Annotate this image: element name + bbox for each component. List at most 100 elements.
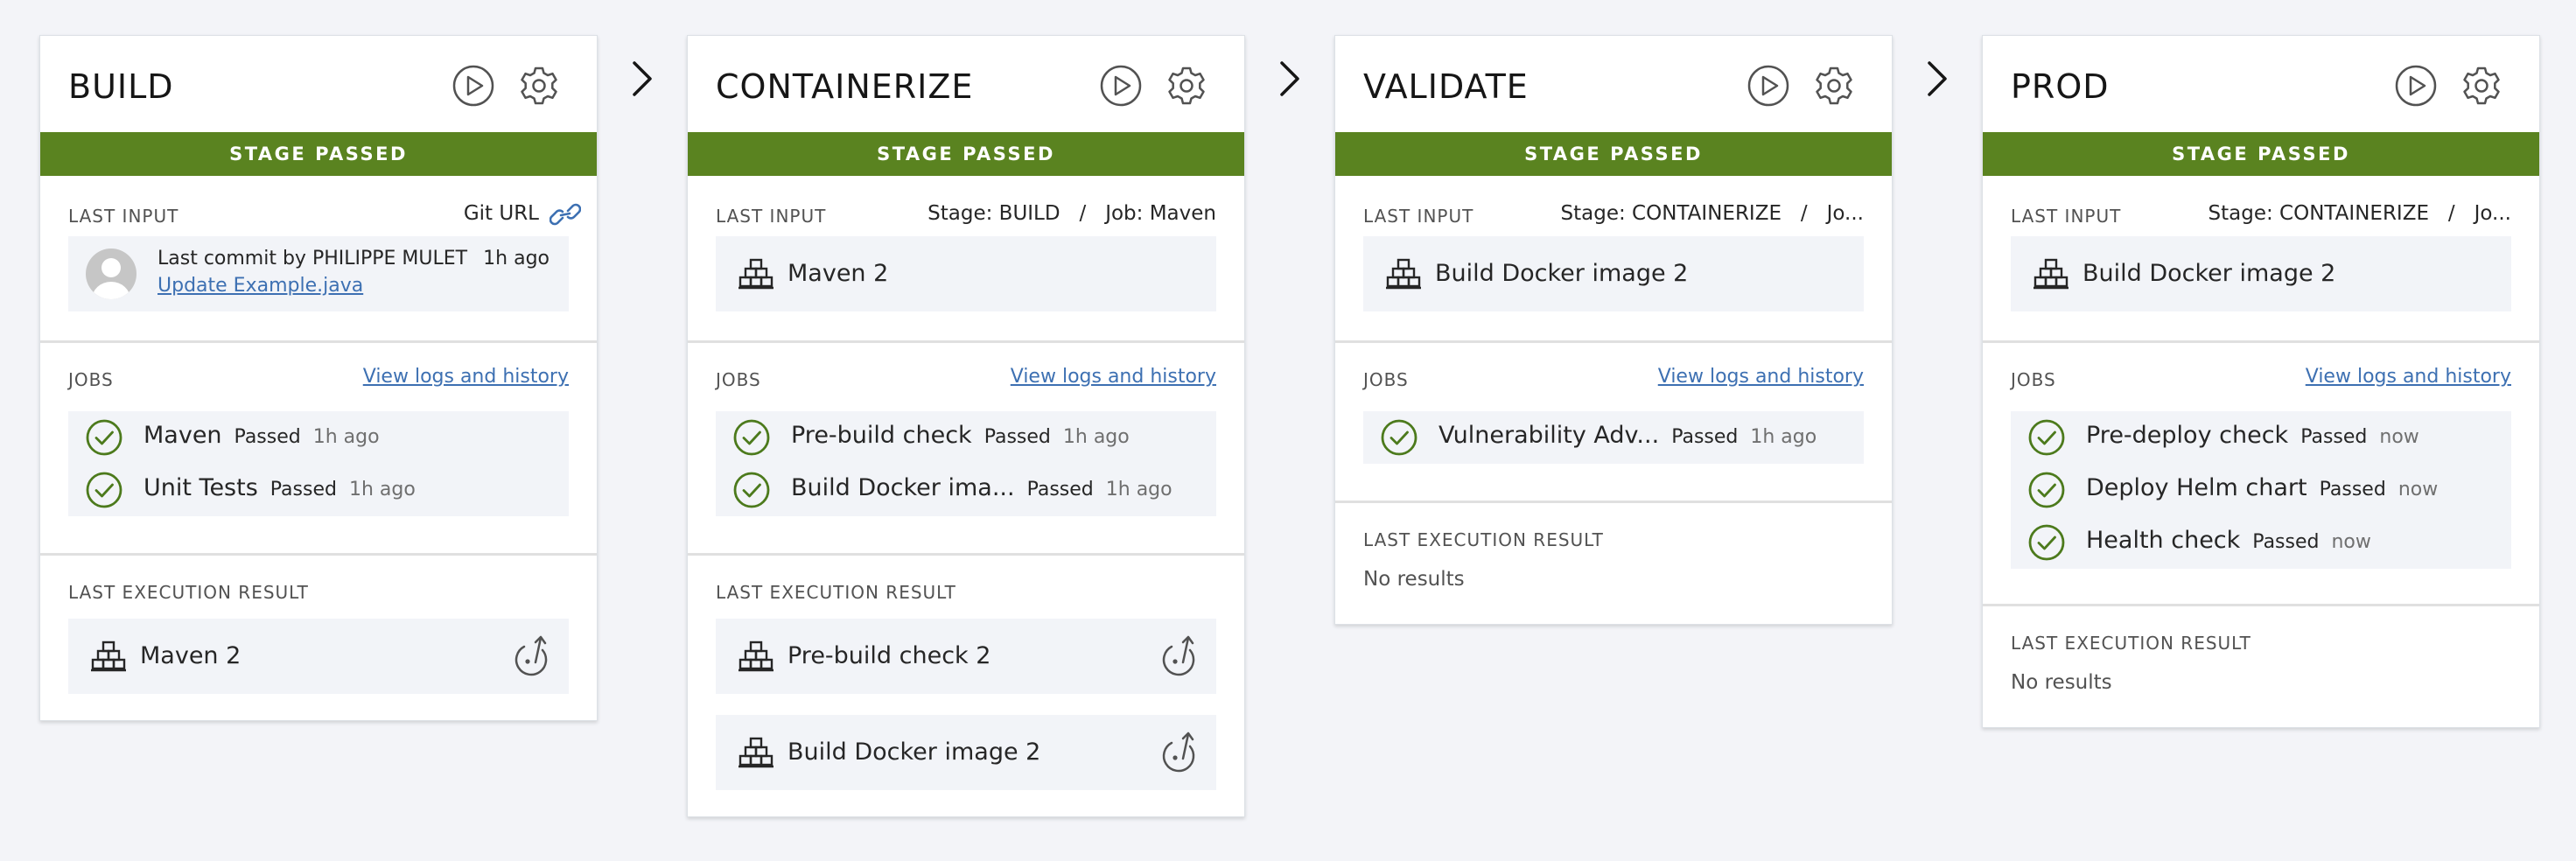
last-input-label: LAST INPUT (1363, 206, 1474, 227)
view-logs-link[interactable]: View logs and history (363, 366, 569, 388)
commit-author-text: Last commit by PHILIPPE MULET (158, 248, 468, 270)
job-item[interactable]: Unit Tests Passed 1h ago (68, 464, 569, 516)
commit-time: 1h ago (483, 248, 550, 270)
input-name: Build Docker image 2 (1435, 260, 1689, 287)
chevron-right-icon (1278, 58, 1302, 100)
jobs-section: JOBS View logs and history Pre-build che… (688, 343, 1244, 556)
link-icon[interactable] (550, 202, 581, 227)
rerun-icon[interactable] (1158, 729, 1200, 774)
no-results-text: No results (1363, 568, 1465, 591)
stage-card-validate: VALIDATE STAGE PASSED LAST INPUT Stage: … (1334, 35, 1893, 625)
job-item[interactable]: Vulnerability Adv... Passed 1h ago (1363, 411, 1864, 464)
result-item: Build Docker image 2 (716, 715, 1216, 790)
job-status: Passed (984, 426, 1051, 448)
job-status: Passed (270, 479, 337, 500)
gear-icon[interactable] (1812, 64, 1856, 108)
last-execution-result-label: LAST EXECUTION RESULT (68, 582, 309, 603)
job-time: now (2398, 479, 2439, 500)
play-circle-icon[interactable] (452, 64, 495, 108)
stage-status-banner: STAGE PASSED (40, 132, 597, 176)
view-logs-link[interactable]: View logs and history (1011, 366, 1216, 388)
package-icon (1386, 256, 1421, 291)
stage-title: PROD (2011, 67, 2110, 106)
stage-card-prod: PROD STAGE PASSED LAST INPUT Stage: CONT… (1982, 35, 2540, 728)
checkmark-circle-icon (2028, 524, 2065, 561)
job-time: now (2331, 531, 2371, 553)
stage-header: VALIDATE (1335, 36, 1892, 132)
jobs-list: Pre-deploy check Passed now Deploy Helm ch… (2011, 411, 2511, 569)
checkmark-circle-icon (86, 472, 122, 508)
result-name: Pre-build check 2 (788, 642, 991, 669)
result-name: Build Docker image 2 (788, 738, 1041, 766)
stage-header: PROD (1983, 36, 2539, 132)
gear-icon[interactable] (517, 64, 561, 108)
result-item: Pre-build check 2 (716, 619, 1216, 694)
play-circle-icon[interactable] (2394, 64, 2438, 108)
jobs-list: Pre-build check Passed 1h ago Build Docker… (716, 411, 1216, 516)
checkmark-circle-icon (1381, 419, 1418, 456)
job-time: 1h ago (348, 479, 416, 500)
job-name: Health check (2086, 527, 2241, 554)
job-time: 1h ago (1062, 426, 1130, 448)
job-item[interactable]: Build Docker ima... Passed 1h ago (716, 464, 1216, 516)
job-item[interactable]: Health check Passed now (2011, 516, 2511, 569)
job-time: now (2379, 426, 2419, 448)
jobs-section: JOBS View logs and history Pre-deploy ch… (1983, 343, 2539, 606)
checkmark-circle-icon (733, 472, 770, 508)
job-name: Pre-build check (791, 422, 972, 449)
chevron-right-icon (630, 58, 654, 100)
job-name: Deploy Helm chart (2086, 474, 2307, 501)
jobs-list: Maven Passed 1h ago Unit Tests Passed 1h ago (68, 411, 569, 516)
job-status: Passed (1671, 426, 1739, 448)
last-input-section: LAST INPUT Stage: BUILD / Job: Maven Mav… (688, 176, 1244, 343)
jobs-label: JOBS (68, 369, 114, 390)
input-item: Build Docker image 2 (1363, 236, 1864, 312)
last-input-section: LAST INPUT Git URL Last commit by PHILIP… (40, 176, 597, 343)
job-time: 1h ago (312, 426, 380, 448)
play-circle-icon[interactable] (1099, 64, 1143, 108)
job-name: Unit Tests (144, 474, 258, 501)
last-input-label: LAST INPUT (68, 206, 179, 227)
commit-box: Last commit by PHILIPPE MULET 1h ago Upd… (68, 236, 569, 312)
jobs-label: JOBS (2011, 369, 2056, 390)
job-item[interactable]: Pre-build check Passed 1h ago (716, 411, 1216, 464)
job-name: Build Docker ima... (791, 474, 1015, 501)
gear-icon[interactable] (1165, 64, 1208, 108)
last-execution-result-section: LAST EXECUTION RESULT Pre-build check 2 … (688, 556, 1244, 818)
jobs-label: JOBS (1363, 369, 1409, 390)
avatar (86, 248, 136, 299)
job-status: Passed (2319, 479, 2386, 500)
job-status: Passed (234, 426, 301, 448)
stage-status-banner: STAGE PASSED (688, 132, 1244, 176)
job-item[interactable]: Deploy Helm chart Passed now (2011, 464, 2511, 516)
last-input-label: LAST INPUT (716, 206, 827, 227)
view-logs-link[interactable]: View logs and history (1658, 366, 1864, 388)
view-logs-link[interactable]: View logs and history (2306, 366, 2511, 388)
result-item: Maven 2 (68, 619, 569, 694)
last-execution-result-section: LAST EXECUTION RESULT Maven 2 (40, 556, 597, 722)
result-name: Maven 2 (140, 642, 242, 669)
jobs-label: JOBS (716, 369, 761, 390)
last-execution-result-section: LAST EXECUTION RESULT No results (1335, 503, 1892, 626)
input-source: Stage: BUILD / Job: Maven (928, 202, 1216, 225)
input-source: Stage: CONTAINERIZE / Jo... (1560, 202, 1864, 225)
play-circle-icon[interactable] (1746, 64, 1790, 108)
checkmark-circle-icon (2028, 472, 2065, 508)
job-item[interactable]: Maven Passed 1h ago (68, 411, 569, 464)
jobs-list: Vulnerability Adv... Passed 1h ago (1363, 411, 1864, 464)
last-execution-result-label: LAST EXECUTION RESULT (2011, 633, 2251, 654)
rerun-icon[interactable] (1158, 633, 1200, 678)
input-source: Git URL (463, 202, 539, 225)
job-time: 1h ago (1105, 479, 1172, 500)
last-execution-result-label: LAST EXECUTION RESULT (1363, 529, 1604, 550)
job-time: 1h ago (1750, 426, 1817, 448)
package-icon (2034, 256, 2068, 291)
commit-link[interactable]: Update Example.java (158, 275, 363, 297)
rerun-icon[interactable] (511, 633, 553, 678)
gear-icon[interactable] (2460, 64, 2503, 108)
stage-card-build: BUILD STAGE PASSED LAST INPUT Git URL La… (39, 35, 598, 721)
checkmark-circle-icon (733, 419, 770, 456)
job-item[interactable]: Pre-deploy check Passed now (2011, 411, 2511, 464)
chevron-right-icon (1925, 58, 1950, 100)
job-status: Passed (2300, 426, 2368, 448)
